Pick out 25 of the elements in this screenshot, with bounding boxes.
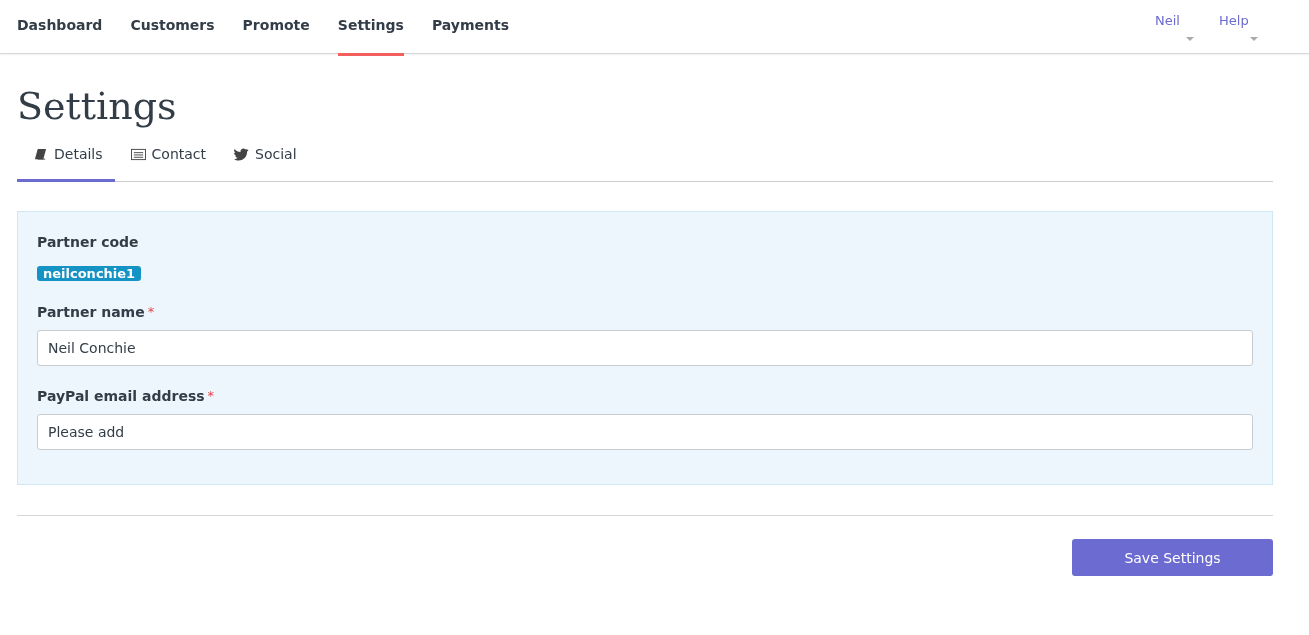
required-mark: * bbox=[147, 304, 155, 320]
caret-icon bbox=[1250, 37, 1258, 41]
list-card-icon bbox=[130, 147, 146, 161]
bird-icon bbox=[234, 147, 249, 161]
required-mark: * bbox=[207, 388, 215, 404]
input-field[interactable]: Neil Conchie bbox=[37, 330, 1253, 366]
page-title: Settings bbox=[17, 84, 177, 128]
tab[interactable]: Social bbox=[218, 146, 309, 182]
field-label: Partner code bbox=[37, 234, 140, 250]
nav-link[interactable]: Dashboard bbox=[17, 0, 103, 56]
code-badge: neilconchie1 bbox=[37, 266, 142, 281]
dropdown-menu[interactable]: Neil bbox=[1155, 0, 1195, 40]
nav-link[interactable]: Settings bbox=[337, 0, 404, 56]
field-label: PayPal email address bbox=[37, 388, 205, 404]
nav-link[interactable]: Customers bbox=[130, 0, 215, 56]
caret-icon bbox=[1186, 37, 1194, 41]
input-field[interactable]: Please add bbox=[37, 414, 1253, 450]
nav-link[interactable]: Promote bbox=[242, 0, 310, 56]
dropdown-menu[interactable]: Help bbox=[1219, 0, 1259, 40]
tab[interactable]: Contact bbox=[114, 146, 218, 182]
nav-link[interactable]: Payments bbox=[431, 0, 509, 56]
save-button[interactable]: Save Settings bbox=[1072, 539, 1273, 576]
tab[interactable]: Details bbox=[17, 146, 115, 182]
book-icon bbox=[33, 147, 48, 161]
field-label: Partner name bbox=[37, 304, 145, 320]
